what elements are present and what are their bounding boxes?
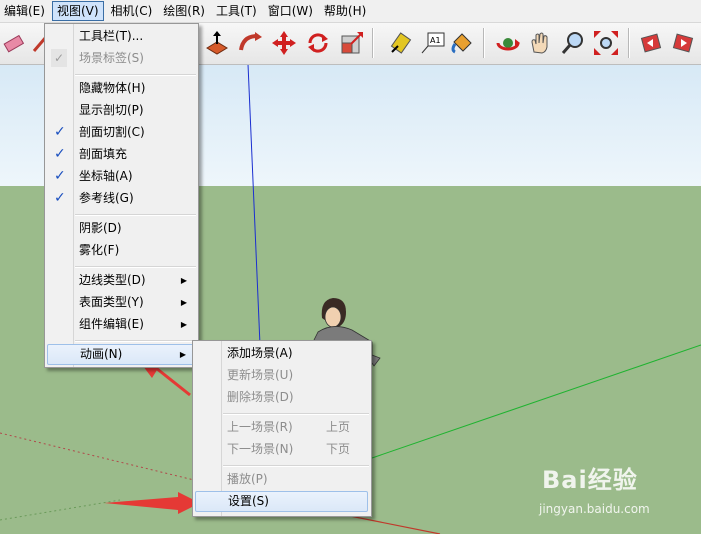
menu-item-next-scene: 下一场景(N) 下页 <box>195 439 368 460</box>
menu-item-label: 显示剖切(P) <box>79 103 144 117</box>
tape-measure-icon[interactable] <box>387 29 415 57</box>
menu-item-animation[interactable]: 动画(N) ▶ <box>47 344 195 365</box>
menu-item-label: 工具栏(T)... <box>79 29 144 43</box>
menu-item-label: 更新场景(U) <box>227 368 294 382</box>
menu-item-label: 播放(P) <box>227 472 268 486</box>
menu-item-fog[interactable]: 雾化(F) <box>47 240 195 261</box>
toolbar-separator <box>628 28 630 58</box>
menu-item-shadows[interactable]: 阴影(D) <box>47 218 195 239</box>
menu-tools[interactable]: 工具(T) <box>212 2 261 20</box>
menu-camera[interactable]: 相机(C) <box>107 2 157 20</box>
submenu-arrow-icon: ▶ <box>180 298 187 307</box>
menu-item-section-cuts[interactable]: ✓ 剖面切割(C) <box>47 122 195 143</box>
green-axis-dotted <box>0 499 121 521</box>
orbit-icon[interactable] <box>494 29 522 57</box>
check-icon: ✓ <box>54 168 66 184</box>
menu-item-hidden-geometry[interactable]: 隐藏物体(H) <box>47 78 195 99</box>
menu-item-label: 隐藏物体(H) <box>79 81 146 95</box>
menu-separator <box>75 214 196 216</box>
toolbar-separator <box>372 28 374 58</box>
menu-item-face-style[interactable]: 表面类型(Y) ▶ <box>47 292 195 313</box>
blue-axis <box>247 63 261 346</box>
menu-item-label: 组件编辑(E) <box>79 317 144 331</box>
menu-item-label: 上一场景(R) <box>227 420 293 434</box>
rotate-icon[interactable] <box>304 29 332 57</box>
eraser-icon[interactable] <box>0 29 28 57</box>
menu-item-label: 表面类型(Y) <box>79 295 144 309</box>
menu-item-component-edit[interactable]: 组件编辑(E) ▶ <box>47 314 195 335</box>
baidu-watermark: Bai经验 jingyan.baidu.com <box>539 460 650 516</box>
toolbar-separator <box>483 28 485 58</box>
paint-bucket-icon[interactable] <box>448 29 476 57</box>
submenu-arrow-icon: ▶ <box>179 350 186 359</box>
menu-separator <box>75 74 196 76</box>
menu-draw[interactable]: 绘图(R) <box>159 2 209 20</box>
menu-item-label: 添加场景(A) <box>227 346 293 360</box>
menu-item-section-fill[interactable]: ✓ 剖面填充 <box>47 144 195 165</box>
submenu-arrow-icon: ▶ <box>180 320 187 329</box>
menu-view[interactable]: 视图(V) <box>51 1 104 21</box>
menu-item-label: 剖面切割(C) <box>79 125 145 139</box>
menu-item-toolbars[interactable]: 工具栏(T)... <box>47 26 195 47</box>
menu-item-label: 阴影(D) <box>79 221 122 235</box>
menu-item-label: 动画(N) <box>80 347 123 361</box>
menu-item-delete-scene: 删除场景(D) <box>195 387 368 408</box>
menu-separator <box>75 266 196 268</box>
check-icon: ✓ <box>54 124 66 140</box>
menu-item-label: 场景标签(S) <box>79 51 144 65</box>
menu-item-label: 剖面填充 <box>79 147 128 161</box>
check-icon: ✓ <box>51 49 67 67</box>
move-icon[interactable] <box>270 29 298 57</box>
menu-separator <box>223 465 369 467</box>
menu-separator <box>75 340 196 342</box>
menu-item-scene-tabs: ✓ 场景标签(S) <box>47 48 195 69</box>
menu-item-label: 坐标轴(A) <box>79 169 133 183</box>
menu-separator <box>223 413 369 415</box>
menu-item-settings[interactable]: 设置(S) <box>195 491 368 512</box>
check-icon: ✓ <box>54 146 66 162</box>
text-icon-label: A1 <box>430 36 441 45</box>
next-view-icon[interactable] <box>669 29 697 57</box>
menu-item-play: 播放(P) <box>195 469 368 490</box>
animation-submenu: 添加场景(A) 更新场景(U) 删除场景(D) 上一场景(R) 上页 下一场景(N… <box>192 340 372 517</box>
annotation-arrow-2 <box>104 492 200 514</box>
menu-item-label: 删除场景(D) <box>227 390 294 404</box>
menu-item-axes[interactable]: ✓ 坐标轴(A) <box>47 166 195 187</box>
menu-item-label: 设置(S) <box>228 494 269 508</box>
check-icon: ✓ <box>54 190 66 206</box>
menu-item-label: 参考线(G) <box>79 191 134 205</box>
menu-help[interactable]: 帮助(H) <box>320 2 370 20</box>
menu-item-update-scene: 更新场景(U) <box>195 365 368 386</box>
menu-item-shortcut: 下页 <box>325 442 350 456</box>
push-pull-icon[interactable] <box>203 29 231 57</box>
green-axis <box>371 344 701 459</box>
watermark-url: jingyan.baidu.com <box>539 502 650 516</box>
previous-view-icon[interactable] <box>637 29 665 57</box>
menu-item-label: 雾化(F) <box>79 243 120 257</box>
zoom-icon[interactable] <box>559 29 587 57</box>
menubar: 编辑(E) 视图(V) 相机(C) 绘图(R) 工具(T) 窗口(W) 帮助(H… <box>0 0 701 23</box>
follow-me-icon[interactable] <box>236 29 264 57</box>
submenu-arrow-icon: ▶ <box>180 276 187 285</box>
pan-icon[interactable] <box>526 29 554 57</box>
menu-window[interactable]: 窗口(W) <box>264 2 317 20</box>
menu-item-section-planes[interactable]: 显示剖切(P) <box>47 100 195 121</box>
text-icon[interactable]: A1 <box>418 29 446 57</box>
menu-edit[interactable]: 编辑(E) <box>0 2 49 20</box>
view-menu: 工具栏(T)... ✓ 场景标签(S) 隐藏物体(H) 显示剖切(P) ✓ 剖面切割… <box>44 23 199 368</box>
watermark-brand: Bai经验 <box>542 466 638 494</box>
menu-item-guides[interactable]: ✓ 参考线(G) <box>47 188 195 209</box>
menu-item-edge-style[interactable]: 边线类型(D) ▶ <box>47 270 195 291</box>
menu-item-previous-scene: 上一场景(R) 上页 <box>195 417 368 438</box>
menu-item-shortcut: 上页 <box>325 420 350 434</box>
menu-item-add-scene[interactable]: 添加场景(A) <box>195 343 368 364</box>
menu-item-label: 边线类型(D) <box>79 273 146 287</box>
menu-item-label: 下一场景(N) <box>227 442 294 456</box>
zoom-extents-icon[interactable] <box>592 29 620 57</box>
scale-icon[interactable] <box>338 29 366 57</box>
